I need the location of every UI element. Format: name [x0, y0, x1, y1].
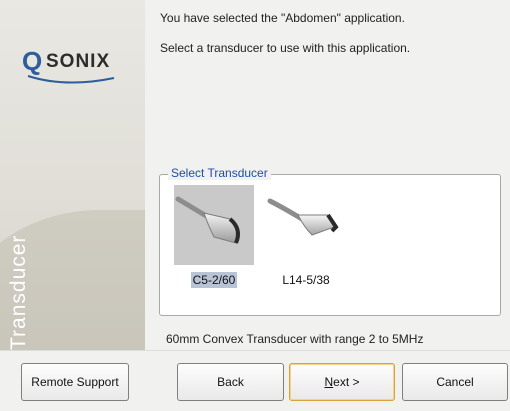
- sonix-logo: Q SONIX: [22, 46, 142, 86]
- remote-support-button[interactable]: Remote Support: [21, 363, 129, 401]
- cancel-button[interactable]: Cancel: [402, 363, 508, 401]
- button-bar: Remote Support Back Next > Cancel: [0, 350, 510, 411]
- next-mnemonic: N: [324, 375, 334, 389]
- transducer-option-l14-5-38[interactable]: L14-5/38: [266, 185, 348, 295]
- branding-panel: Q SONIX Transducer: [0, 0, 145, 350]
- transducer-description: 60mm Convex Transducer with range 2 to 5…: [166, 332, 424, 346]
- next-label: ext >: [333, 375, 360, 389]
- side-panel-title: Transducer: [7, 234, 30, 350]
- convex-transducer-icon: [174, 185, 254, 265]
- logo-swoosh-icon: [27, 75, 115, 84]
- logo-wordmark: SONIX: [46, 51, 111, 72]
- transducer-label: C5-2/60: [190, 272, 238, 288]
- next-button[interactable]: Next >: [289, 363, 395, 401]
- transducer-wizard-window: Q SONIX Transducer You have selected the…: [0, 0, 510, 411]
- transducer-label: L14-5/38: [282, 273, 330, 287]
- select-transducer-group: Select Transducer C5-2/60 L14-5/38: [159, 166, 501, 316]
- back-button[interactable]: Back: [177, 363, 284, 401]
- instruction-text: Select a transducer to use with this app…: [160, 41, 411, 55]
- group-title: Select Transducer: [168, 166, 271, 180]
- main-content: You have selected the "Abdomen" applicat…: [145, 0, 510, 350]
- transducer-option-c5-2-60[interactable]: C5-2/60: [174, 185, 256, 295]
- selected-application-message: You have selected the "Abdomen" applicat…: [160, 11, 405, 25]
- linear-transducer-icon: [266, 185, 346, 265]
